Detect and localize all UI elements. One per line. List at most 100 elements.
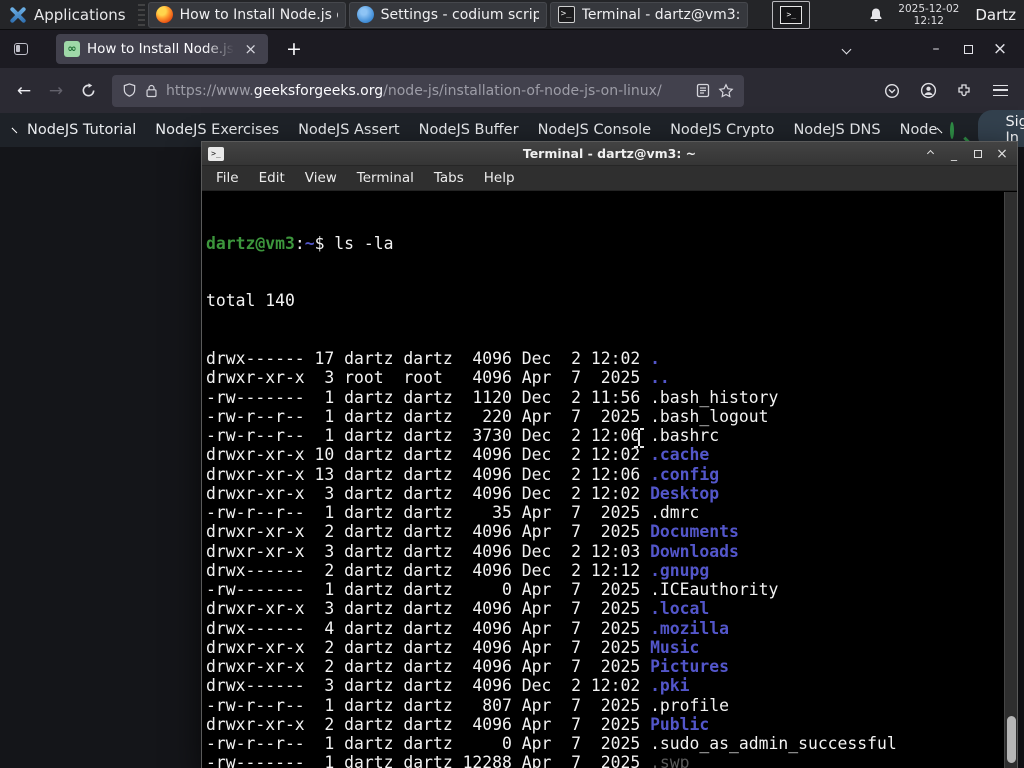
terminal-close-button[interactable]: ×	[993, 146, 1011, 162]
file-name: Desktop	[650, 483, 720, 503]
menu-help[interactable]: Help	[474, 170, 525, 186]
taskbar-button-label: How to Install Node.js o...	[179, 6, 338, 23]
notifications-bell-icon[interactable]	[868, 7, 884, 23]
toolbar-buttons	[876, 76, 1016, 106]
ls-row: drwx------ 2 dartz dartz 4096 Dec 2 12:1…	[206, 560, 710, 580]
ls-row: drwxr-xr-x 3 dartz dartz 4096 Dec 2 12:0…	[206, 483, 720, 503]
navigation-toolbar: ← → https://www.geeksforgeeks.org/node-j…	[0, 68, 1024, 113]
nav-item[interactable]: NodeJS Tutorial	[27, 122, 136, 138]
lock-icon[interactable]	[145, 84, 158, 98]
nav-item[interactable]: NodeJS Crypto	[670, 122, 774, 138]
ls-row: drwxr-xr-x 10 dartz dartz 4096 Dec 2 12:…	[206, 445, 710, 465]
terminal-scrollbar-thumb[interactable]	[1007, 716, 1016, 763]
new-tab-button[interactable]: +	[280, 38, 308, 60]
terminal-minimize-button[interactable]: _	[945, 146, 963, 162]
pocket-icon[interactable]	[876, 76, 908, 106]
terminal-screen[interactable]: dartz@vm3:~$ ls -la total 140 drwx------…	[202, 192, 1017, 768]
applications-menu[interactable]: Applications	[0, 0, 135, 30]
search-icon[interactable]	[950, 121, 955, 139]
terminal-titlebar[interactable]: >_ Terminal - dartz@vm3: ~ _ ×	[202, 142, 1017, 166]
ls-row: -rw------- 1 dartz dartz 1120 Dec 2 11:5…	[206, 387, 779, 407]
file-name: .bash_logout	[650, 406, 769, 426]
applications-label: Applications	[34, 5, 126, 24]
terminal-sq-icon: >_	[557, 6, 575, 23]
file-name: Downloads	[650, 541, 739, 561]
clock-date: 2025-12-02	[898, 2, 960, 15]
shield-icon[interactable]	[122, 83, 137, 98]
tab-bar: ∞ How to Install Node.js on × + – ×	[0, 30, 1024, 68]
clock[interactable]: 2025-12-02 12:12	[898, 3, 959, 27]
taskbar-button-firefox[interactable]: How to Install Node.js o...	[147, 1, 346, 28]
maximize-button[interactable]	[952, 36, 984, 62]
ls-row: -rw------- 1 dartz dartz 12288 Apr 7 202…	[206, 753, 1001, 768]
ls-row: -rw-r--r-- 1 dartz dartz 220 Apr 7 2025 …	[206, 406, 769, 426]
url-bar[interactable]: https://www.geeksforgeeks.org/node-js/in…	[112, 74, 744, 107]
ls-row: drwx------ 4 dartz dartz 4096 Apr 7 2025…	[206, 618, 730, 638]
ls-output: drwx------ 17 dartz dartz 4096 Dec 2 12:…	[206, 349, 1001, 768]
taskbar-button-label: Terminal - dartz@vm3: ~	[581, 6, 740, 23]
file-name: Pictures	[650, 657, 730, 676]
gfg-favicon: ∞	[64, 41, 80, 57]
url-text: https://www.geeksforgeeks.org/node-js/in…	[166, 82, 662, 99]
nav-item[interactable]: NodeJS Assert	[298, 122, 400, 138]
file-name: .ICEauthority	[650, 580, 779, 599]
taskbar-button-vscodium[interactable]: Settings - codium script...	[348, 1, 547, 28]
terminal-window: >_ Terminal - dartz@vm3: ~ _ × File Edit V…	[201, 141, 1018, 768]
back-button[interactable]: ←	[8, 76, 40, 106]
taskbar: How to Install Node.js o... Settings - co…	[147, 1, 751, 28]
ls-row: drwxr-xr-x 2 dartz dartz 4096 Apr 7 2025…	[206, 657, 730, 676]
menu-edit[interactable]: Edit	[249, 170, 295, 186]
nav-item[interactable]: NodeJS Console	[538, 122, 652, 138]
terminal-tray-icon[interactable]: >_	[772, 0, 811, 29]
menu-tabs[interactable]: Tabs	[424, 170, 474, 186]
file-name: Documents	[650, 522, 739, 542]
distro-logo-icon	[9, 6, 27, 24]
ls-row: drwxr-xr-x 13 dartz dartz 4096 Dec 2 12:…	[206, 464, 720, 484]
panel-grip	[137, 3, 145, 26]
nav-item[interactable]: Node	[900, 122, 938, 138]
tab-how-to-install-nodejs[interactable]: ∞ How to Install Node.js on ×	[56, 34, 268, 64]
ls-row: drwxr-xr-x 2 dartz dartz 4096 Apr 7 2025…	[206, 637, 700, 657]
taskbar-button-terminal-sq[interactable]: >_ Terminal - dartz@vm3: ~	[549, 1, 748, 28]
nav-item[interactable]: NodeJS Exercises	[155, 122, 279, 138]
terminal-scrollbar[interactable]	[1004, 192, 1017, 768]
nav-item[interactable]: NodeJS Buffer	[419, 122, 519, 138]
ls-row: drwx------ 3 dartz dartz 4096 Dec 2 12:0…	[206, 676, 690, 696]
account-icon[interactable]	[912, 76, 944, 106]
file-name: .profile	[650, 695, 730, 715]
forward-button[interactable]: →	[40, 76, 72, 106]
file-name: .dmrc	[650, 503, 700, 522]
system-tray: >_ 2025-12-02 12:12 Dartz	[772, 0, 1024, 29]
file-name: .	[650, 349, 660, 368]
clock-time: 12:12	[913, 14, 944, 27]
minimize-button[interactable]: –	[920, 36, 952, 62]
file-name: .bash_history	[650, 387, 779, 407]
file-name: ..	[650, 368, 670, 388]
menu-view[interactable]: View	[295, 170, 347, 186]
tab-title: How to Install Node.js on	[87, 41, 234, 57]
file-name: .cache	[650, 445, 710, 465]
menu-terminal[interactable]: Terminal	[347, 170, 424, 186]
list-all-tabs-icon[interactable]	[830, 36, 862, 62]
vscodium-icon	[356, 6, 374, 23]
terminal-title: Terminal - dartz@vm3: ~	[522, 146, 697, 161]
shade-button[interactable]	[921, 146, 939, 162]
file-name: .mozilla	[650, 618, 730, 638]
reload-button[interactable]	[72, 76, 104, 106]
reader-mode-icon[interactable]	[696, 83, 710, 98]
tab-close-icon[interactable]: ×	[241, 41, 260, 58]
bookmark-star-icon[interactable]	[718, 82, 734, 99]
terminal-maximize-button[interactable]	[969, 146, 987, 162]
user-menu[interactable]: Dartz	[975, 6, 1016, 24]
file-name: .config	[650, 464, 720, 484]
ls-row: drwxr-xr-x 2 dartz dartz 4096 Apr 7 2025…	[206, 522, 739, 542]
firefox-view-icon[interactable]	[8, 36, 34, 62]
close-button[interactable]: ×	[984, 36, 1016, 62]
ls-row: -rw------- 1 dartz dartz 0 Apr 7 2025 .I…	[206, 580, 779, 599]
extensions-icon[interactable]	[948, 76, 980, 106]
nav-item[interactable]: NodeJS DNS	[793, 122, 880, 138]
ls-row: drwxr-xr-x 3 root root 4096 Apr 7 2025 .…	[206, 368, 670, 388]
menu-file[interactable]: File	[206, 170, 249, 186]
nav-scroll-left-icon[interactable]	[11, 127, 18, 133]
menu-hamburger-icon[interactable]	[984, 76, 1016, 106]
